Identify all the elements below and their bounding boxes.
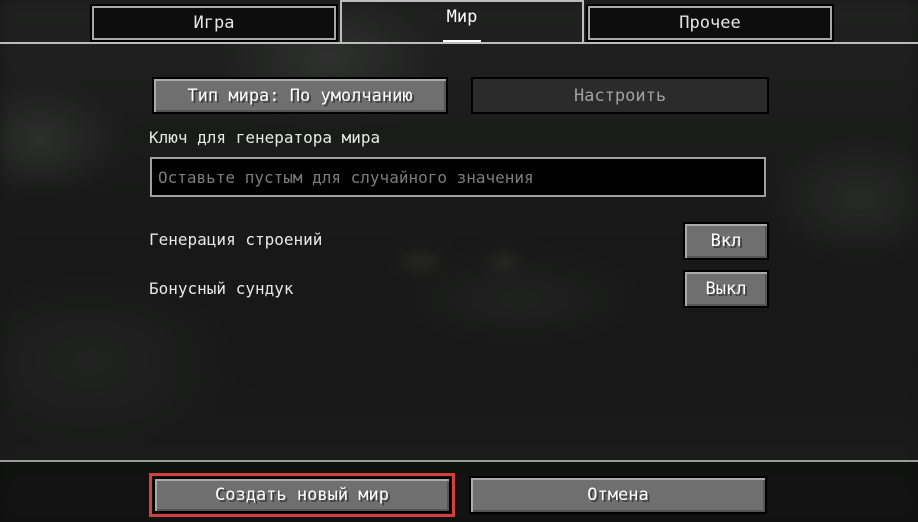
bonus-chest-toggle-button[interactable]: Выкл bbox=[683, 270, 769, 308]
structures-toggle-button[interactable]: Вкл bbox=[683, 222, 769, 260]
seed-input[interactable]: Оставьте пустым для случайного значения bbox=[150, 157, 766, 197]
seed-label: Ключ для генератора мира bbox=[149, 128, 381, 147]
bonus-chest-label: Бонусный сундук bbox=[149, 279, 294, 298]
structures-toggle-label: Вкл bbox=[710, 231, 742, 251]
tab-other-label: Прочее bbox=[679, 13, 741, 33]
tab-world-label: Мир bbox=[446, 7, 478, 27]
create-world-button[interactable]: Создать новый мир bbox=[149, 473, 455, 517]
world-type-button-label: Тип мира: По умолчанию bbox=[187, 85, 413, 106]
customize-button-label: Настроить bbox=[573, 85, 667, 106]
tab-other[interactable]: Прочее bbox=[586, 4, 834, 42]
create-world-button-label: Создать новый мир bbox=[215, 485, 389, 505]
tab-world[interactable]: Мир bbox=[340, 0, 584, 44]
structures-label: Генерация строений bbox=[149, 230, 323, 249]
seed-input-placeholder: Оставьте пустым для случайного значения bbox=[158, 167, 534, 187]
footer-bar bbox=[0, 460, 918, 522]
background-dim-overlay bbox=[0, 0, 918, 522]
world-type-button[interactable]: Тип мира: По умолчанию bbox=[152, 77, 448, 114]
cancel-button[interactable]: Отмена bbox=[469, 476, 767, 514]
cancel-button-label: Отмена bbox=[587, 485, 649, 505]
customize-button[interactable]: Настроить bbox=[471, 77, 769, 114]
tab-game-label: Игра bbox=[193, 13, 235, 33]
bonus-chest-toggle-label: Выкл bbox=[705, 279, 747, 299]
tab-selected-underline bbox=[443, 40, 481, 42]
tab-game[interactable]: Игра bbox=[90, 4, 338, 42]
